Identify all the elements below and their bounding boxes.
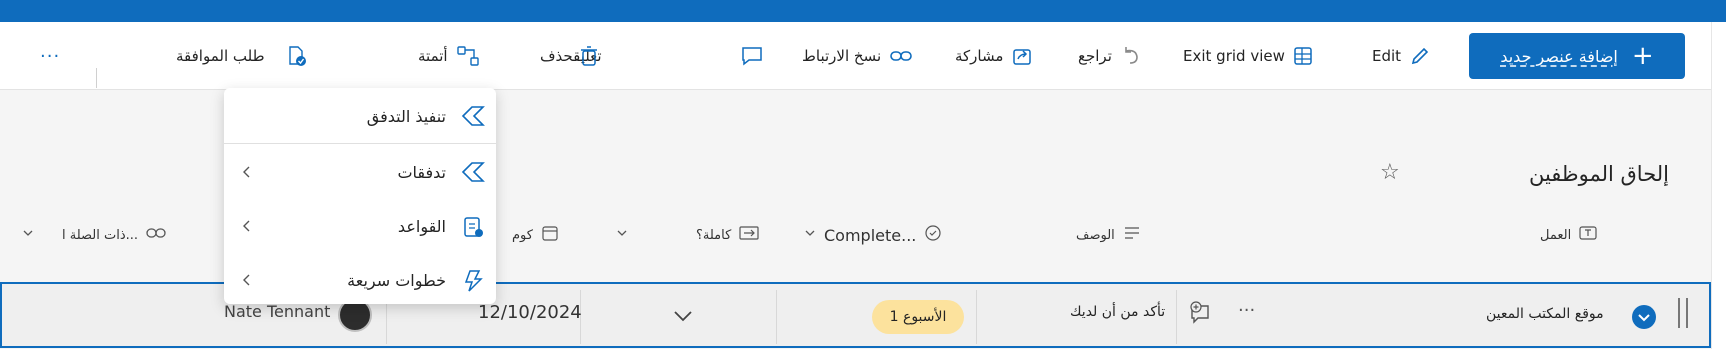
automate-button[interactable]: أتمتة xyxy=(418,38,480,74)
date-cell[interactable]: 12/10/2024 xyxy=(478,302,582,323)
chevron-left-icon xyxy=(240,164,252,184)
undo-button[interactable]: تراجع xyxy=(1078,38,1142,74)
more-icon: ··· xyxy=(40,45,61,67)
new-item-button[interactable]: إضافة عنصر جديد + xyxy=(1469,33,1685,79)
trash-icon xyxy=(578,45,600,67)
edit-label: Edit xyxy=(1372,47,1402,65)
menu-item-quick-steps[interactable]: خطوات سريعة xyxy=(224,260,496,300)
column-header-description[interactable]: الوصف xyxy=(1076,223,1141,247)
lines-icon xyxy=(1123,225,1141,245)
toolbar-divider xyxy=(96,68,97,88)
row-more-button[interactable]: ··· xyxy=(1238,300,1255,321)
circle-check-icon xyxy=(924,224,942,246)
chevron-left-icon xyxy=(240,218,252,238)
share-label: مشاركة xyxy=(955,47,1004,65)
column-header-label: ذات الصلة ا... xyxy=(62,227,139,243)
comment-icon xyxy=(740,44,764,68)
approval-icon xyxy=(285,44,309,68)
menu-item-label: خطوات سريعة xyxy=(347,270,446,290)
column-header-due[interactable]: كوم xyxy=(512,223,559,247)
week-badge[interactable]: الأسبوع 1 xyxy=(872,300,964,334)
comment-add-icon[interactable] xyxy=(1188,300,1214,330)
row-select-check-icon[interactable] xyxy=(1631,304,1657,334)
text-icon xyxy=(1579,225,1597,245)
column-header-completed[interactable]: Complete... xyxy=(804,223,942,247)
comment-delete-button[interactable]: تعليقحذف xyxy=(540,38,632,74)
calendar-icon xyxy=(541,224,559,246)
flow-icon xyxy=(460,160,486,188)
pencil-icon xyxy=(1409,45,1431,67)
flow-icon xyxy=(460,104,486,132)
share-button[interactable]: مشاركة xyxy=(955,38,1033,74)
column-header-label: Complete... xyxy=(824,225,917,245)
chevron-down-icon xyxy=(22,227,34,243)
automate-label: أتمتة xyxy=(418,47,448,65)
exit-grid-label: Exit grid view xyxy=(1183,47,1285,65)
top-accent-bar xyxy=(0,0,1726,22)
task-cell[interactable]: موقع المكتب المعين xyxy=(1486,306,1604,322)
request-approval-button[interactable]: طلب الموافقة xyxy=(176,38,309,74)
chevron-left-icon xyxy=(240,272,252,292)
automate-dropdown-menu: تنفيذ التدفق تدفقات القواعد خطوات سريعة xyxy=(224,88,496,304)
plus-icon: + xyxy=(1631,41,1654,71)
automate-icon xyxy=(456,45,480,67)
exit-grid-view-button[interactable]: Exit grid view xyxy=(1183,38,1313,74)
menu-item-run-flow[interactable]: تنفيذ التدفق xyxy=(224,96,496,136)
new-item-label: إضافة عنصر جديد xyxy=(1500,46,1618,66)
column-header-label: كوم xyxy=(512,227,533,243)
menu-item-rules[interactable]: القواعد xyxy=(224,206,496,246)
column-header-related[interactable]: ذات الصلة ا... xyxy=(22,223,166,247)
undo-icon xyxy=(1120,45,1142,67)
menu-item-label: تنفيذ التدفق xyxy=(366,106,446,126)
edit-button[interactable]: Edit xyxy=(1372,38,1431,74)
command-bar: إضافة عنصر جديد + Edit Exit grid view تر… xyxy=(0,22,1711,90)
rules-icon xyxy=(460,214,486,244)
column-header-label: كاملة؟ xyxy=(696,227,732,243)
chevron-down-icon xyxy=(616,227,628,243)
column-header-complete-yn[interactable]: كاملة؟ xyxy=(616,223,759,247)
menu-item-label: تدفقات xyxy=(397,162,446,182)
more-button[interactable]: ··· xyxy=(40,38,60,74)
favorite-star-icon[interactable]: ☆ xyxy=(1380,160,1400,185)
description-cell[interactable]: تأكد من أن لديك xyxy=(1070,304,1165,320)
grid-icon xyxy=(1293,46,1313,66)
column-header-label: الوصف xyxy=(1076,227,1115,243)
menu-item-flows[interactable]: تدفقات xyxy=(224,152,496,192)
cell-divider xyxy=(1176,290,1177,344)
column-header-label: العمل xyxy=(1540,227,1572,243)
vertical-scrollbar[interactable] xyxy=(1711,22,1726,349)
cell-divider xyxy=(776,290,777,344)
column-header-task[interactable]: العمل xyxy=(1540,223,1597,247)
menu-item-label: القواعد xyxy=(397,216,446,236)
undo-label: تراجع xyxy=(1078,47,1112,65)
chevron-down-icon xyxy=(804,227,816,243)
yes-no-icon xyxy=(739,225,759,245)
menu-divider xyxy=(224,143,496,144)
link-icon xyxy=(889,45,913,67)
share-icon xyxy=(1011,45,1033,67)
copy-link-button[interactable]: نسخ الارتباط xyxy=(802,38,913,74)
page-title: إلحاق الموظفين xyxy=(1528,162,1669,186)
quick-steps-icon xyxy=(460,268,486,298)
chevron-down-icon[interactable] xyxy=(672,308,694,328)
cell-divider xyxy=(976,290,977,344)
comment-button[interactable] xyxy=(740,38,764,74)
link-icon xyxy=(146,226,166,244)
copy-link-label: نسخ الارتباط xyxy=(802,47,882,65)
person-cell[interactable]: Nate Tennant xyxy=(224,302,330,321)
drag-handle[interactable] xyxy=(1678,298,1688,328)
request-approval-label: طلب الموافقة xyxy=(176,47,265,65)
